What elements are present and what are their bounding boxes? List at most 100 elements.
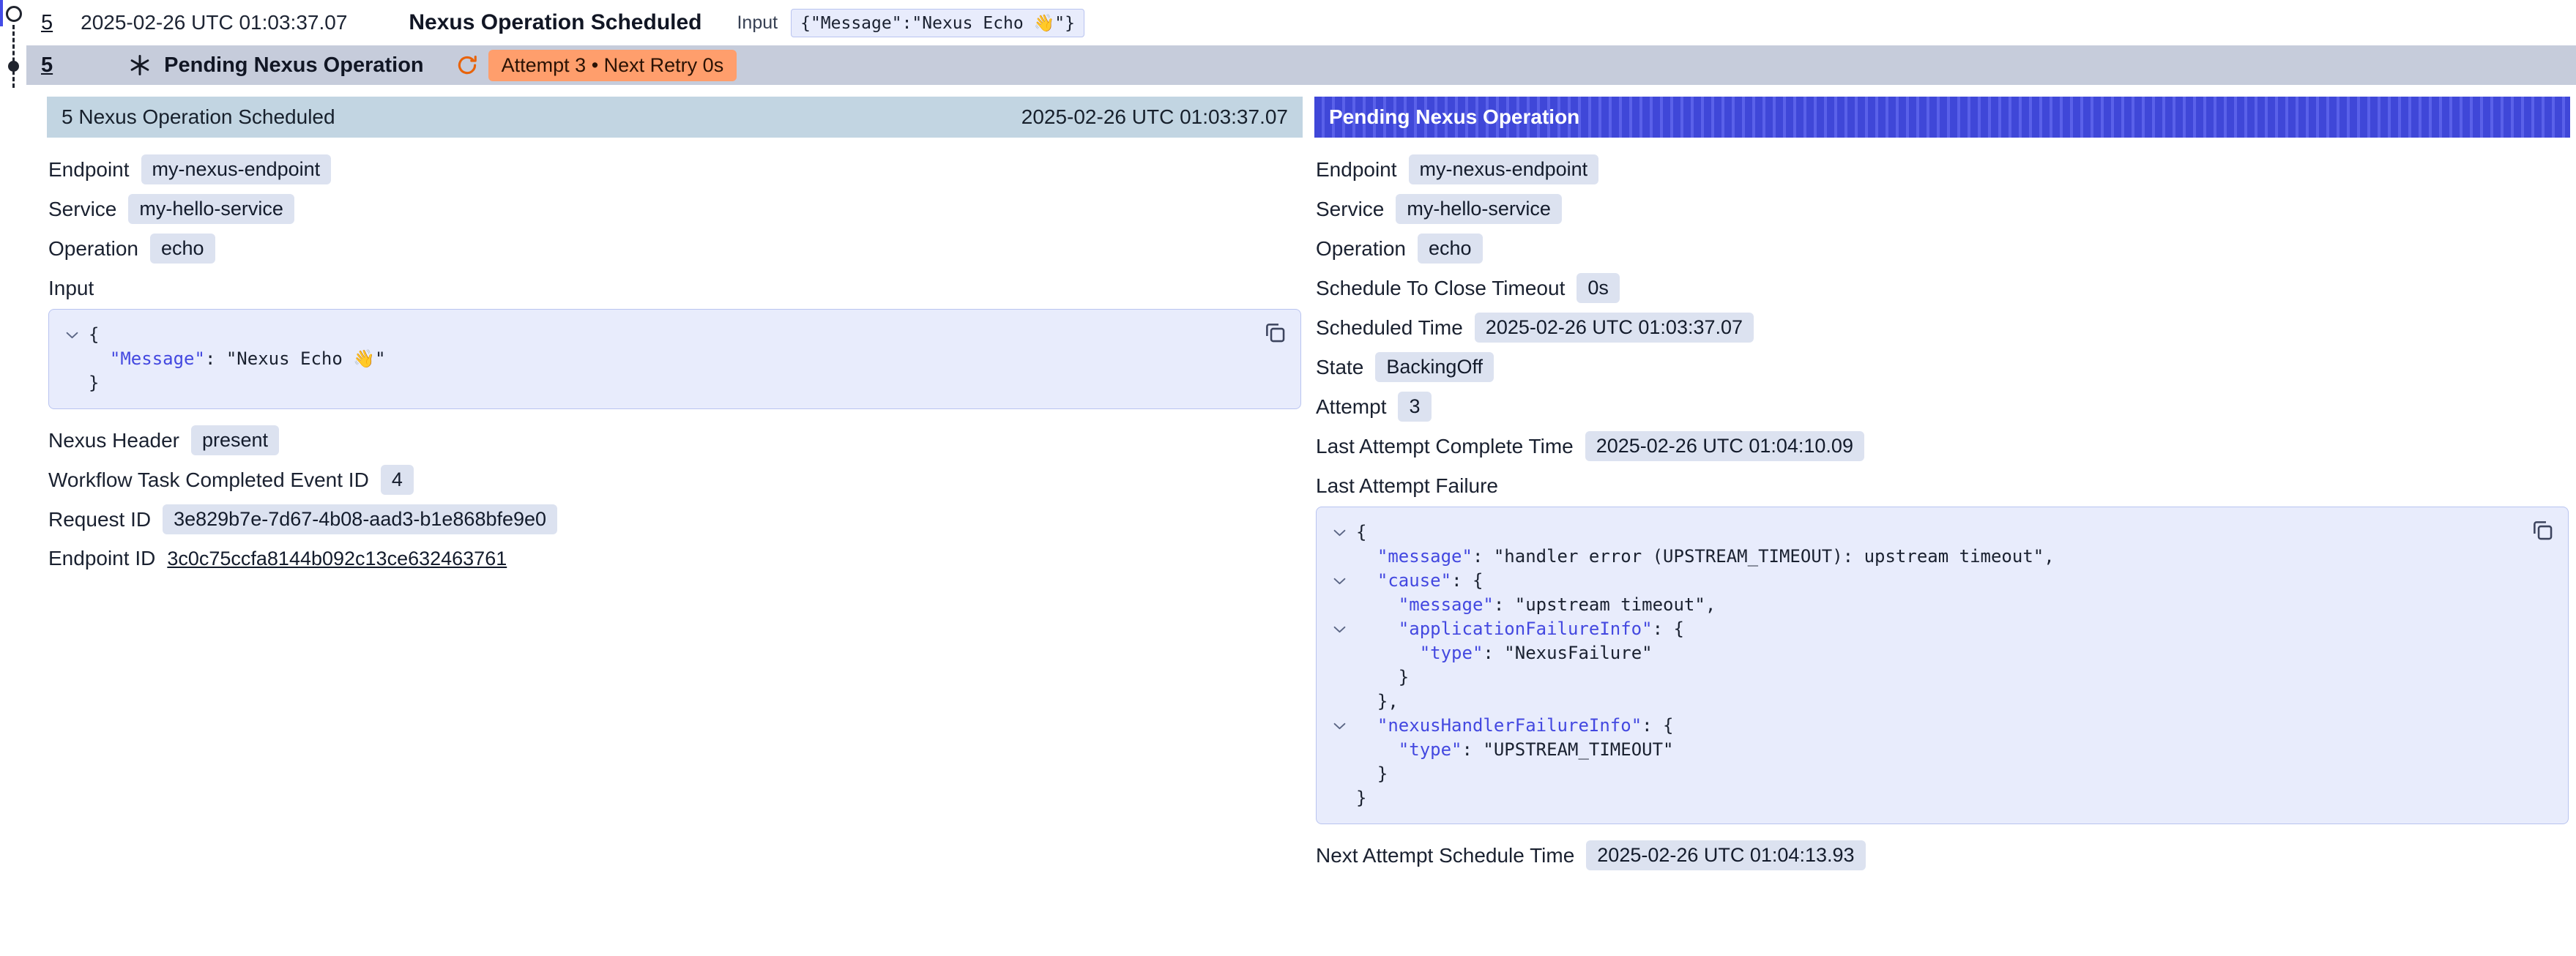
field-schedule-to-close-timeout: Schedule To Close Timeout0s	[1316, 273, 2569, 303]
timeline-node-circle-icon	[6, 6, 22, 22]
field-label: Service	[1316, 198, 1384, 221]
field-operation: Operationecho	[1316, 234, 2569, 264]
code-line: "cause": {	[1322, 569, 2509, 593]
field-operation: Operationecho	[48, 234, 1301, 264]
collapse-chevron-icon[interactable]	[1322, 617, 1356, 641]
pending-fields-top: Endpoint my-nexus-endpoint Service my-hello…	[1316, 154, 2569, 461]
code-text: {	[89, 323, 99, 347]
scheduled-fields-bottom: Nexus Header present Workflow Task Complet…	[48, 425, 1301, 573]
code-text: }	[1356, 762, 1388, 786]
code-gutter-spacer	[1322, 665, 1356, 690]
copy-icon[interactable]	[1262, 320, 1287, 345]
pending-panel-header: Pending Nexus Operation	[1314, 97, 2570, 138]
copy-icon[interactable]	[2530, 518, 2555, 542]
code-text: {	[1356, 520, 1366, 545]
field-attempt: Attempt3	[1316, 392, 2569, 422]
event-title: Nexus Operation Scheduled	[409, 10, 701, 35]
code-line: "Message": "Nexus Echo 👋"	[55, 347, 1242, 371]
code-text: }	[1356, 786, 1366, 810]
code-gutter-spacer	[1322, 690, 1356, 714]
field-nexus-header: Nexus Header present	[48, 425, 1301, 455]
code-gutter-spacer	[1322, 786, 1356, 810]
field-label: State	[1316, 356, 1363, 379]
timeline-node-dot-icon	[8, 61, 19, 72]
code-gutter-spacer	[55, 347, 89, 371]
field-label: Attempt	[1316, 395, 1386, 419]
field-last-attempt-complete-time: Last Attempt Complete Time2025-02-26 UTC…	[1316, 431, 2569, 461]
collapse-chevron-icon[interactable]	[1322, 520, 1356, 545]
code-text: "nexusHandlerFailureInfo": {	[1356, 714, 1674, 738]
field-label: Scheduled Time	[1316, 316, 1463, 340]
code-text: "type": "UPSTREAM_TIMEOUT"	[1356, 738, 1673, 762]
event-summary-row[interactable]: 5 2025-02-26 UTC 01:03:37.07 Nexus Opera…	[0, 0, 2576, 45]
field-label: Endpoint	[48, 158, 130, 182]
code-line: "applicationFailureInfo": {	[1322, 617, 2509, 641]
pending-event-id-link[interactable]: 5	[41, 53, 53, 78]
field-value-badge: 2025-02-26 UTC 01:04:13.93	[1586, 840, 1865, 870]
code-text: "cause": {	[1356, 569, 1483, 593]
code-gutter-spacer	[1322, 593, 1356, 617]
pending-title: Pending Nexus Operation	[164, 53, 424, 78]
code-gutter-spacer	[1322, 762, 1356, 786]
field-endpoint-id: Endpoint ID 3c0c75ccfa8144b092c13ce632463…	[48, 544, 1301, 573]
pending-panel-body: Endpoint my-nexus-endpoint Service my-hello…	[1314, 138, 2570, 887]
field-value-badge: present	[191, 425, 279, 455]
field-value-badge: 2025-02-26 UTC 01:03:37.07	[1475, 313, 1754, 343]
code-gutter-spacer	[1322, 545, 1356, 569]
code-line: "type": "UPSTREAM_TIMEOUT"	[1322, 738, 2509, 762]
code-line: "nexusHandlerFailureInfo": {	[1322, 714, 2509, 738]
field-service: Service my-hello-service	[1316, 194, 2569, 224]
field-value-badge: my-hello-service	[1396, 194, 1562, 224]
failure-section-label: Last Attempt Failure	[1316, 474, 2569, 498]
detail-panels: 5 Nexus Operation Scheduled 2025-02-26 U…	[47, 97, 2570, 887]
field-label: Request ID	[48, 508, 151, 531]
field-label: Schedule To Close Timeout	[1316, 277, 1565, 300]
field-label: Next Attempt Schedule Time	[1316, 844, 1574, 867]
code-text: },	[1356, 690, 1399, 714]
code-line: }	[1322, 665, 2509, 690]
code-text: }	[1356, 665, 1409, 690]
field-endpoint: Endpointmy-nexus-endpoint	[48, 154, 1301, 184]
code-text: "Message": "Nexus Echo 👋"	[89, 347, 386, 371]
field-label: Service	[48, 198, 116, 221]
field-value-badge: my-nexus-endpoint	[1409, 154, 1599, 184]
field-next-attempt-schedule-time: Next Attempt Schedule Time 2025-02-26 UTC…	[1316, 840, 2569, 870]
collapse-chevron-icon[interactable]	[55, 323, 89, 347]
code-gutter-spacer	[1322, 738, 1356, 762]
field-workflow-task-completed-event-id: Workflow Task Completed Event ID4	[48, 465, 1301, 495]
field-label: Last Attempt Complete Time	[1316, 435, 1574, 458]
input-code-block: { "Message": "Nexus Echo 👋"}	[48, 309, 1301, 409]
code-line: "message": "upstream timeout",	[1322, 593, 2509, 617]
input-section-label: Input	[48, 277, 1301, 300]
code-line: {	[1322, 520, 2509, 545]
code-line: {	[55, 323, 1242, 347]
timeline-accent-bar	[0, 0, 3, 26]
code-text: "type": "NexusFailure"	[1356, 641, 1653, 665]
field-label: Nexus Header	[48, 429, 179, 452]
code-text: "message": "handler error (UPSTREAM_TIME…	[1356, 545, 2055, 569]
code-text: "message": "upstream timeout",	[1356, 593, 1716, 617]
input-preview-chip[interactable]: {"Message":"Nexus Echo 👋"}	[791, 9, 1084, 37]
field-request-id: Request ID3e829b7e-7d67-4b08-aad3-b1e868…	[48, 504, 1301, 534]
failure-code-block: { "message": "handler error (UPSTREAM_TI…	[1316, 507, 2569, 824]
code-text: "applicationFailureInfo": {	[1356, 617, 1684, 641]
retry-icon	[456, 54, 478, 76]
field-label: Endpoint	[1316, 158, 1397, 182]
field-state: StateBackingOff	[1316, 352, 2569, 382]
field-label: Operation	[48, 237, 138, 261]
collapse-chevron-icon[interactable]	[1322, 569, 1356, 593]
code-line: "type": "NexusFailure"	[1322, 641, 2509, 665]
field-value-badge: 4	[381, 465, 414, 495]
field-service: Servicemy-hello-service	[48, 194, 1301, 224]
field-value-link[interactable]: 3c0c75ccfa8144b092c13ce632463761	[167, 548, 507, 570]
event-id-link[interactable]: 5	[41, 11, 53, 35]
field-scheduled-time: Scheduled Time 2025-02-26 UTC 01:03:37.07	[1316, 313, 2569, 343]
code-gutter-spacer	[55, 371, 89, 395]
collapse-chevron-icon[interactable]	[1322, 714, 1356, 738]
field-value-badge: echo	[1418, 234, 1483, 264]
pending-operation-row[interactable]: 5 Pending Nexus Operation Attempt 3 • Ne…	[26, 45, 2576, 85]
pending-asterisk-icon	[129, 54, 151, 76]
scheduled-panel-header[interactable]: 5 Nexus Operation Scheduled 2025-02-26 U…	[47, 97, 1303, 138]
pending-panel-title: Pending Nexus Operation	[1329, 105, 1579, 129]
field-label: Endpoint ID	[48, 547, 155, 570]
